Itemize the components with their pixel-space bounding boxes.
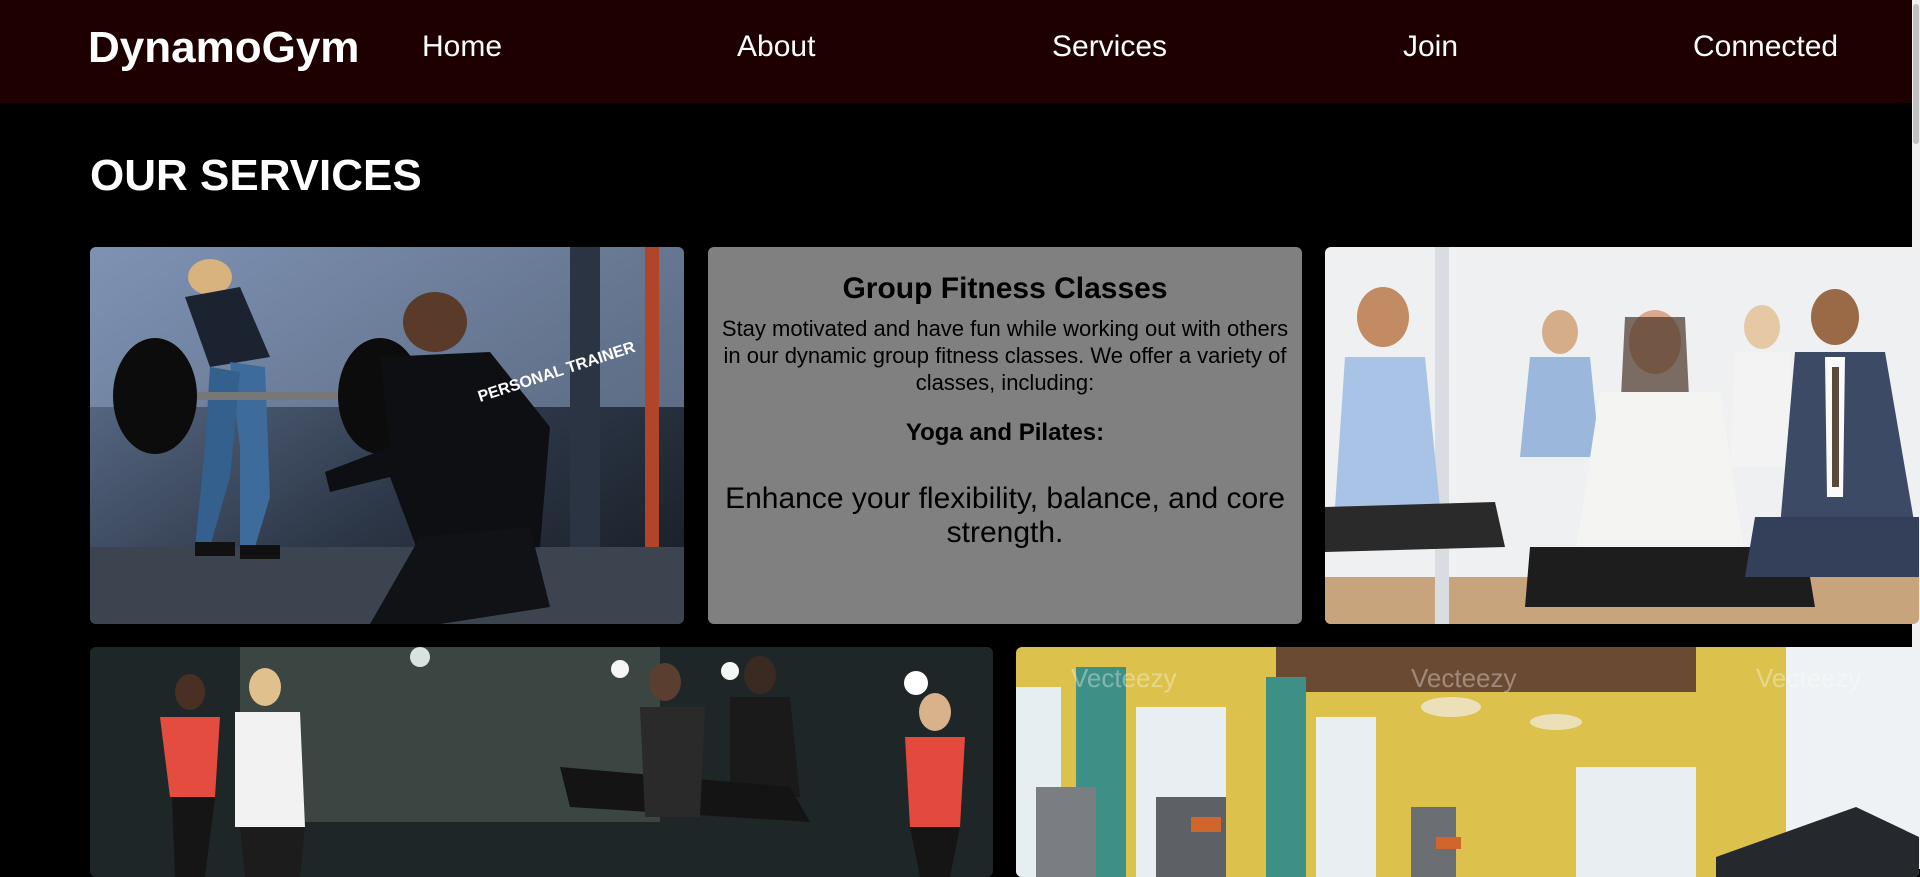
- card-subheading: Yoga and Pilates:: [905, 419, 1105, 446]
- card-description: Stay motivated and have fun while workin…: [721, 316, 1289, 395]
- personal-trainer-image: PERSONAL TRAINER: [90, 247, 684, 624]
- gym-interior-image: Vecteezy Vecteezy Vecteezy: [1016, 647, 1919, 877]
- watermark-text-1: Vecteezy: [1071, 663, 1177, 693]
- group-fitness-card: Group Fitness Classes Stay motivated and…: [708, 247, 1302, 624]
- yoga-class-image: [1325, 247, 1919, 624]
- nav-home[interactable]: Home: [422, 29, 502, 65]
- nav-join[interactable]: Join: [1403, 29, 1458, 65]
- nav-connected[interactable]: Connected: [1693, 29, 1838, 65]
- watermark-text-2: Vecteezy: [1411, 663, 1517, 693]
- brand-logo[interactable]: DynamoGym: [88, 22, 359, 74]
- watermark-text-3: Vecteezy: [1756, 663, 1862, 693]
- card-heading: Group Fitness Classes: [842, 272, 1168, 305]
- nav-about[interactable]: About: [737, 29, 815, 65]
- card-detail: Enhance your flexibility, balance, and c…: [725, 482, 1285, 549]
- nav-services[interactable]: Services: [1052, 29, 1167, 65]
- navbar: DynamoGym Home About Services Join Conne…: [0, 0, 1920, 103]
- gym-interior-illustration: Vecteezy Vecteezy Vecteezy: [1016, 647, 1919, 877]
- yoga-illustration: [1325, 247, 1919, 624]
- kickboxing-illustration: [90, 647, 993, 877]
- section-title: OUR SERVICES: [90, 151, 422, 200]
- scrollbar-thumb[interactable]: [1913, 4, 1919, 144]
- kickboxing-class-image: [90, 647, 993, 877]
- personal-trainer-illustration: PERSONAL TRAINER: [90, 247, 684, 624]
